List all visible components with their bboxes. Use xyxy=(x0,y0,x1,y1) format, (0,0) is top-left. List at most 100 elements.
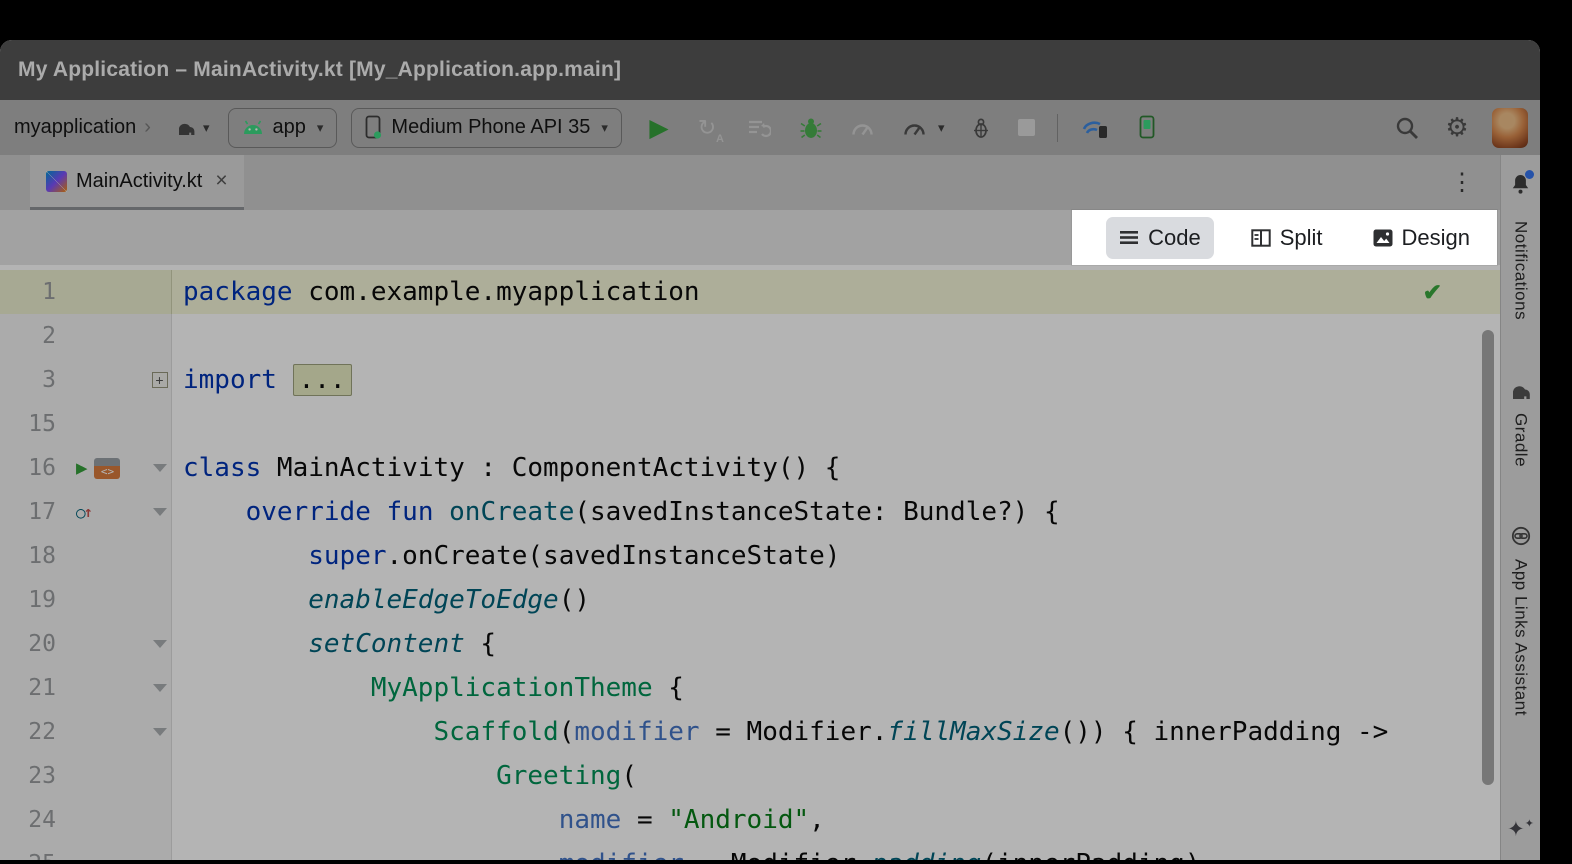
editor-mode-switcher: Code Split Design xyxy=(1072,210,1497,265)
code-line: 19 enableEdgeToEdge() xyxy=(0,578,1500,622)
mode-design-button[interactable]: Design xyxy=(1360,217,1483,259)
gutter-icons: ○↑ xyxy=(56,503,148,522)
stop-button[interactable] xyxy=(1018,119,1035,136)
user-avatar[interactable] xyxy=(1492,108,1528,148)
override-gutter-icon[interactable]: ○↑ xyxy=(76,503,93,522)
fold-marker[interactable] xyxy=(148,464,171,472)
app-links-assistant-icon[interactable] xyxy=(1510,525,1532,547)
kotlin-class-icon[interactable]: <> xyxy=(94,458,120,479)
gradle-sync-icon[interactable] xyxy=(171,113,201,143)
run-configuration-select[interactable]: app ▾ xyxy=(228,108,338,148)
code-text[interactable]: import ... xyxy=(172,365,352,395)
settings-gear-icon[interactable]: ⚙ xyxy=(1442,113,1472,143)
gutter[interactable]: 24 xyxy=(0,798,172,842)
gutter[interactable]: 19 xyxy=(0,578,172,622)
breadcrumb-chevron-icon: › xyxy=(144,116,151,139)
code-line: 24 name = "Android", xyxy=(0,798,1500,842)
tab-options-kebab-icon[interactable]: ⋮ xyxy=(1450,168,1474,197)
device-manager-icon[interactable] xyxy=(1132,113,1162,143)
code-text[interactable]: modifier = Modifier.padding(innerPadding… xyxy=(172,849,1201,860)
code-text[interactable]: super.onCreate(savedInstanceState) xyxy=(172,541,840,571)
inspections-ok-icon[interactable]: ✔ xyxy=(1423,279,1442,306)
gradle-elephant-icon[interactable] xyxy=(1509,382,1533,401)
right-tool-stripe: Notifications Gradle App Links Assistant… xyxy=(1500,155,1540,860)
apply-changes-icon[interactable]: ↻A xyxy=(692,113,722,143)
line-number: 20 xyxy=(0,631,56,657)
code-line: 20 setContent { xyxy=(0,622,1500,666)
gutter[interactable]: 17○↑ xyxy=(0,490,172,534)
code-text[interactable]: class MainActivity : ComponentActivity()… xyxy=(172,453,840,483)
design-mode-icon xyxy=(1373,229,1393,247)
gutter-icons: ▶ <> xyxy=(56,457,148,479)
mode-code-label: Code xyxy=(1148,225,1201,251)
code-line: 23 Greeting( xyxy=(0,754,1500,798)
mode-design-label: Design xyxy=(1402,225,1470,251)
android-head-icon xyxy=(242,120,264,135)
tab-label: MainActivity.kt xyxy=(76,170,202,193)
profile-app-icon[interactable] xyxy=(848,113,878,143)
pair-devices-icon[interactable] xyxy=(1080,113,1110,143)
fold-marker[interactable] xyxy=(148,640,171,648)
stripe-item-app-links[interactable]: App Links Assistant xyxy=(1511,559,1531,716)
fold-marker[interactable] xyxy=(148,728,171,736)
gutter[interactable]: 20 xyxy=(0,622,172,666)
debug-icon[interactable] xyxy=(796,113,826,143)
code-text[interactable]: Scaffold(modifier = Modifier.fillMaxSize… xyxy=(172,717,1388,747)
run-gutter-icon[interactable]: ▶ xyxy=(76,457,87,479)
gradle-sync-chevron-icon[interactable]: ▾ xyxy=(203,120,210,136)
mode-split-button[interactable]: Split xyxy=(1238,217,1336,259)
search-everywhere-icon[interactable] xyxy=(1392,113,1422,143)
code-line: 2 xyxy=(0,314,1500,358)
gemini-icon[interactable]: ✦✦ xyxy=(1507,817,1534,842)
notifications-bell-icon[interactable] xyxy=(1510,173,1531,195)
run-button[interactable]: ▶ xyxy=(644,113,674,143)
code-text[interactable]: MyApplicationTheme { xyxy=(172,673,684,703)
notification-badge xyxy=(1525,170,1534,179)
line-number: 18 xyxy=(0,543,56,569)
gutter[interactable]: 25 xyxy=(0,842,172,860)
split-mode-icon xyxy=(1251,229,1271,247)
gutter[interactable]: 23 xyxy=(0,754,172,798)
stripe-item-gradle[interactable]: Gradle xyxy=(1511,413,1531,467)
line-number: 19 xyxy=(0,587,56,613)
gutter[interactable]: 21 xyxy=(0,666,172,710)
code-text[interactable]: name = "Android", xyxy=(172,805,825,835)
gutter[interactable]: 15 xyxy=(0,402,172,446)
stripe-item-notifications[interactable]: Notifications xyxy=(1511,221,1531,320)
code-line: 18 super.onCreate(savedInstanceState) xyxy=(0,534,1500,578)
toolbar-separator xyxy=(1057,114,1058,142)
gutter[interactable]: 1 xyxy=(0,270,172,314)
code-text[interactable]: override fun onCreate(savedInstanceState… xyxy=(172,497,1060,527)
main-toolbar: myapplication › ▾ app ▾ Medium Phone API… xyxy=(0,100,1540,155)
code-text[interactable]: Greeting( xyxy=(172,761,637,791)
code-line: 15 xyxy=(0,402,1500,446)
profiler-chevron-icon[interactable]: ▾ xyxy=(938,120,945,136)
run-configuration-label: app xyxy=(273,116,306,139)
attach-debugger-icon[interactable] xyxy=(966,113,996,143)
project-breadcrumb[interactable]: myapplication xyxy=(14,116,136,139)
apply-code-changes-icon[interactable] xyxy=(744,113,774,143)
gutter[interactable]: 22 xyxy=(0,710,172,754)
device-select[interactable]: Medium Phone API 35 ▾ xyxy=(351,108,622,148)
tab-mainactivity[interactable]: MainActivity.kt × xyxy=(30,155,244,210)
fold-marker[interactable] xyxy=(148,684,171,692)
gutter[interactable]: 2 xyxy=(0,314,172,358)
fold-marker[interactable] xyxy=(148,508,171,516)
tab-close-icon[interactable]: × xyxy=(215,169,227,193)
profiler-icon[interactable] xyxy=(900,113,930,143)
line-number: 16 xyxy=(0,455,56,481)
code-text[interactable]: setContent { xyxy=(172,629,496,659)
code-line: 3+import ... xyxy=(0,358,1500,402)
gutter[interactable]: 18 xyxy=(0,534,172,578)
code-line: 17○↑ override fun onCreate(savedInstance… xyxy=(0,490,1500,534)
code-text[interactable]: enableEdgeToEdge() xyxy=(172,585,590,615)
mode-code-button[interactable]: Code xyxy=(1106,217,1214,259)
fold-marker[interactable]: + xyxy=(148,372,171,388)
gutter[interactable]: 3+ xyxy=(0,358,172,402)
editor-scrollbar-thumb[interactable] xyxy=(1482,330,1494,785)
mode-split-label: Split xyxy=(1280,225,1323,251)
gutter[interactable]: 16 ▶ <> xyxy=(0,446,172,490)
code-text[interactable]: package com.example.myapplication xyxy=(172,277,700,307)
device-select-chevron-icon: ▾ xyxy=(601,120,608,136)
code-editor[interactable]: 1package com.example.myapplication23+imp… xyxy=(0,265,1500,860)
